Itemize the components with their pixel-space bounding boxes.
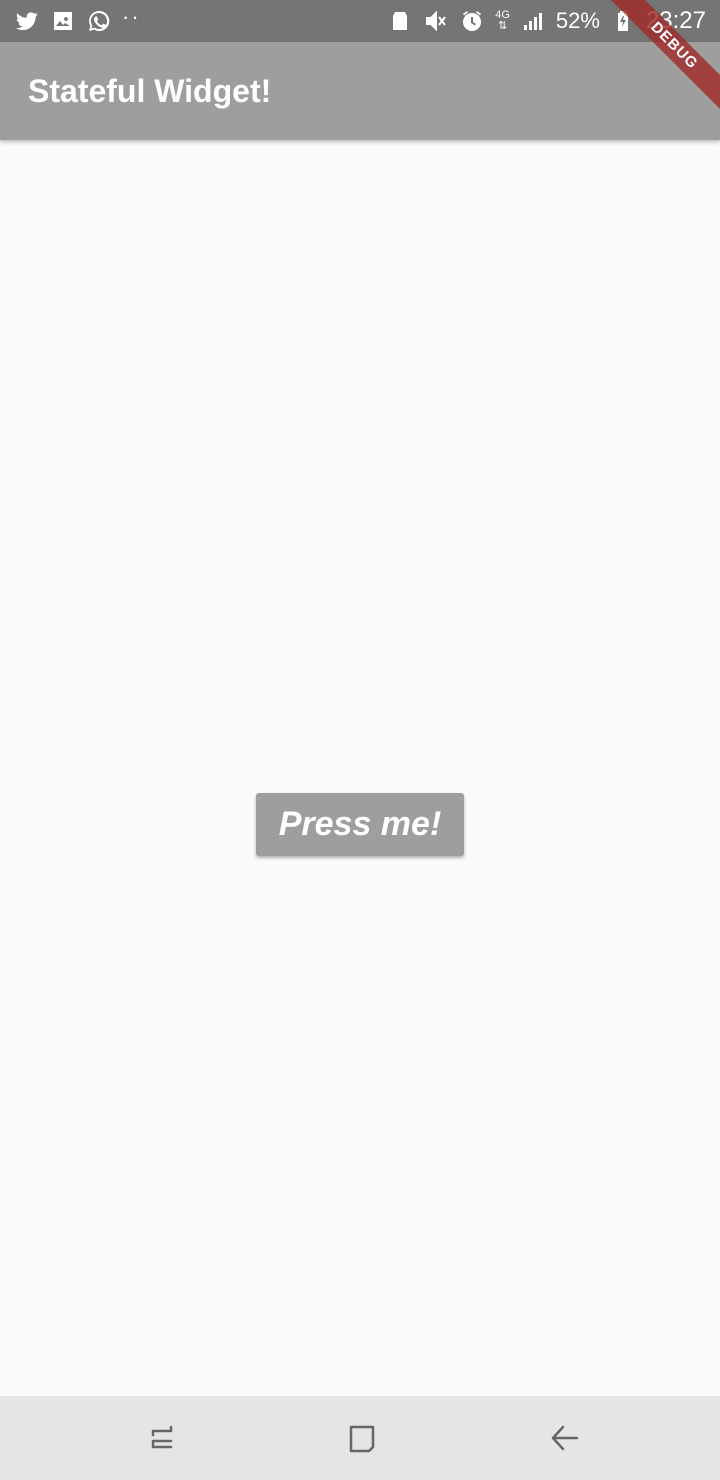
alarm-icon xyxy=(459,8,485,34)
gallery-icon xyxy=(50,8,76,34)
mute-icon xyxy=(423,8,449,34)
app-bar: Stateful Widget! xyxy=(0,42,720,140)
status-time: 23:27 xyxy=(645,7,706,34)
signal-icon xyxy=(520,8,546,34)
recent-apps-icon[interactable] xyxy=(140,1416,184,1460)
twitter-icon xyxy=(14,8,40,34)
status-right-icons: 4G ⇅ 52% 23:27 xyxy=(387,7,706,35)
status-left-icons: ·· xyxy=(14,6,141,36)
battery-icon xyxy=(610,8,636,34)
network-icon: 4G ⇅ xyxy=(495,9,510,32)
app-title: Stateful Widget! xyxy=(28,72,272,109)
main-content: Press me! xyxy=(0,140,720,1396)
navigation-bar xyxy=(0,1396,720,1480)
status-bar: ·· 4G ⇅ 52% 23:27 xyxy=(0,0,720,42)
home-icon[interactable] xyxy=(340,1416,384,1460)
back-icon[interactable] xyxy=(542,1416,586,1460)
battery-percent: 52% xyxy=(555,8,600,33)
whatsapp-icon xyxy=(86,8,112,34)
press-me-button[interactable]: Press me! xyxy=(256,793,464,856)
recycle-icon xyxy=(387,8,413,34)
more-dots-icon: ·· xyxy=(122,4,141,29)
